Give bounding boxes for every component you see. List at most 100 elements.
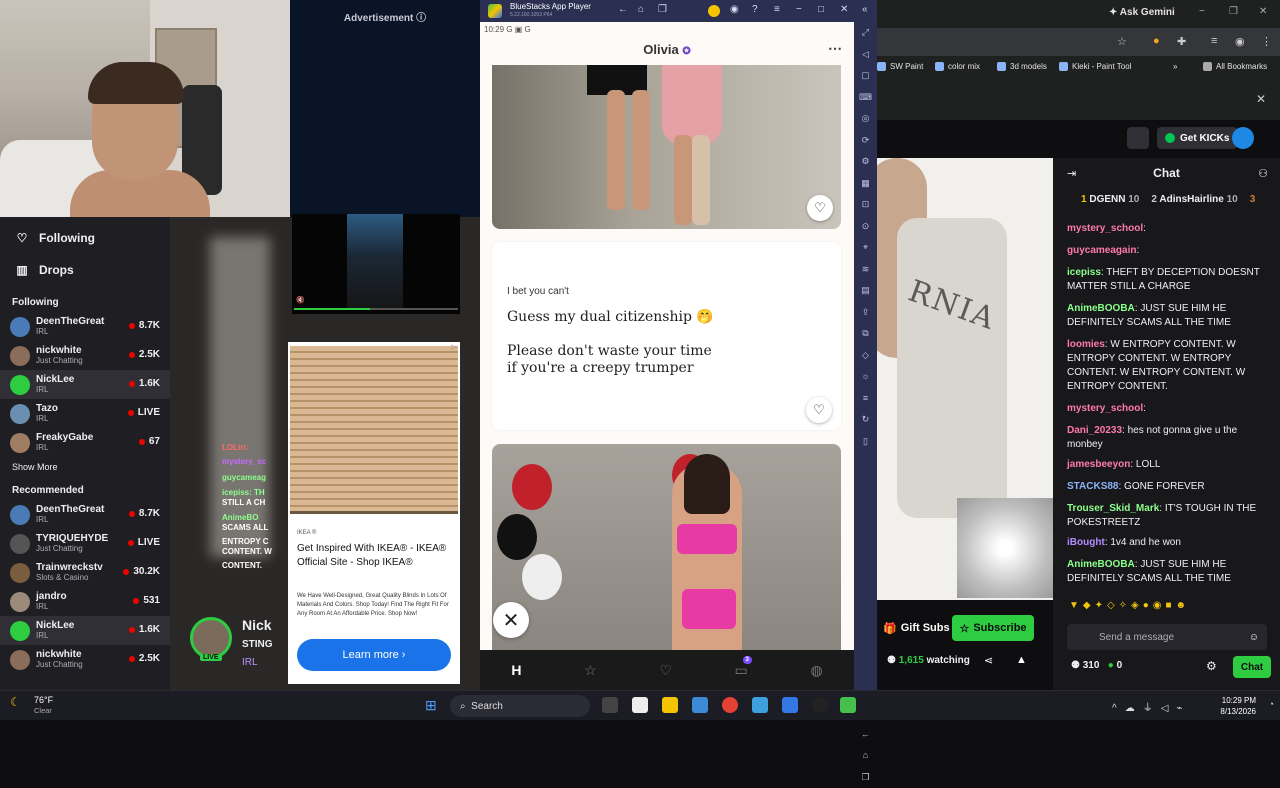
channel-item[interactable]: DeenTheGreatIRL8.7K — [0, 312, 170, 341]
gift-subs-button[interactable]: 🎁 Gift Subs — [877, 616, 956, 640]
clock[interactable]: 10:29 PM8/13/2026 — [1220, 695, 1256, 717]
system-tray[interactable]: ^☁⏚◁⌁ — [1112, 699, 1190, 714]
back-icon[interactable]: ← — [854, 724, 877, 746]
chat-username[interactable]: Dani_20233 — [1067, 425, 1122, 436]
share-icon[interactable]: ⋖ — [984, 654, 993, 667]
chat-username[interactable]: mystery_school — [1067, 403, 1143, 414]
tab-messages-icon[interactable]: ▭3 — [735, 662, 748, 679]
ikea-ad[interactable]: ▷ IKEA ® Get Inspired With IKEA® - IKEA®… — [288, 342, 460, 684]
tab-standouts-icon[interactable]: ☆ — [584, 662, 597, 679]
app-icon[interactable] — [782, 697, 798, 713]
eraser-icon[interactable]: ◇ — [854, 345, 877, 367]
account-icon[interactable]: ◉ — [730, 4, 739, 15]
chat-username[interactable]: STACKS88 — [1067, 481, 1119, 492]
close-icon[interactable]: ✕ — [1259, 6, 1267, 17]
help-icon[interactable]: ? — [752, 4, 758, 15]
media-icon[interactable]: ▤ — [854, 280, 877, 302]
back-icon[interactable]: ← — [618, 4, 628, 15]
tab-likes-icon[interactable]: ♡ — [659, 662, 672, 679]
ask-gemini-button[interactable]: ✦ Ask Gemini — [1109, 7, 1175, 18]
more-options-icon[interactable]: ⋯ — [828, 40, 842, 57]
report-icon[interactable]: ▲ — [1016, 654, 1027, 666]
chat-username[interactable]: loomies — [1067, 339, 1105, 350]
copy-icon[interactable]: ⧉ — [854, 323, 877, 345]
skip-button[interactable]: ✕ — [493, 602, 529, 638]
obs-icon[interactable] — [812, 697, 828, 713]
stream-category[interactable]: IRL — [242, 657, 258, 668]
nav-drops[interactable]: ▥Drops — [0, 254, 170, 286]
tv-icon[interactable]: ▢ — [854, 65, 877, 87]
channel-item[interactable]: TYRIQUEHYDEJust ChattingLIVE — [0, 529, 170, 558]
minimize-icon[interactable]: − — [1199, 6, 1205, 17]
emote-picker-icon[interactable]: ☺ — [1249, 632, 1259, 643]
chat-username[interactable]: AnimeBOOBA — [1067, 559, 1135, 570]
chat-settings-icon[interactable]: ⚙ — [1206, 659, 1217, 673]
channel-item[interactable]: nickwhiteJust Chatting2.5K — [0, 341, 170, 370]
home-icon[interactable]: ⌂ — [854, 745, 877, 767]
like-prompt-button[interactable]: ♡ — [806, 397, 832, 423]
user-avatar[interactable] — [1232, 127, 1254, 149]
start-icon[interactable]: ⊞ — [425, 697, 437, 714]
maximize-icon[interactable]: □ — [818, 4, 824, 15]
sidebar-toggle-icon[interactable]: ▯ — [854, 431, 877, 453]
chat-users-icon[interactable]: ⚇ — [1258, 167, 1268, 180]
chat-leaderboard[interactable]: 1 DGENN 10 2 AdinsHairline 10 3 — [1053, 194, 1280, 211]
fullscreen-icon[interactable]: ⤢ — [854, 22, 877, 44]
bookmark[interactable]: Kleki - Paint Tool — [1059, 62, 1131, 71]
performance-icon[interactable]: ▦ — [854, 173, 877, 195]
channel-item[interactable]: NickLeeIRL1.6K — [0, 370, 170, 399]
volume-icon[interactable]: ◁ — [854, 44, 877, 66]
main-stream-video[interactable]: RNIA — [877, 158, 1053, 600]
close-icon[interactable]: ✕ — [840, 4, 848, 15]
channel-item[interactable]: TrainwreckstvSlots & Casino30.2K — [0, 558, 170, 587]
location-icon[interactable]: ⌖ — [854, 237, 877, 259]
get-kicks-button[interactable]: Get KICKs — [1157, 127, 1237, 149]
collapse-icon[interactable]: « — [862, 4, 868, 15]
taskview-icon[interactable] — [602, 697, 618, 713]
tabs-icon[interactable]: ❐ — [658, 4, 667, 15]
chat-username[interactable]: AnimeBOOBA — [1067, 303, 1135, 314]
channel-item[interactable]: jandroIRL531 — [0, 587, 170, 616]
tab-discover-icon[interactable]: H — [511, 662, 521, 678]
chat-username[interactable]: guycameagain — [1067, 245, 1136, 256]
macro-icon[interactable]: ⚙ — [854, 151, 877, 173]
tab-profile-icon[interactable]: ◍ — [810, 662, 822, 679]
chat-username[interactable]: jamesbeeyon — [1067, 459, 1130, 470]
tabsearch-icon[interactable]: ≡ — [1211, 35, 1217, 47]
notepad-icon[interactable] — [632, 697, 648, 713]
channel-item[interactable]: TazoIRLLIVE — [0, 399, 170, 428]
learn-more-button[interactable]: Learn more › — [297, 639, 451, 671]
all-bookmarks[interactable]: All Bookmarks — [1203, 62, 1267, 71]
mute-icon[interactable]: 🔇 — [296, 296, 305, 304]
home-icon[interactable]: ⌂ — [638, 4, 644, 15]
calculator-icon[interactable] — [752, 697, 768, 713]
chat-input[interactable]: Send a message☺ — [1067, 624, 1267, 650]
shake-icon[interactable]: ≋ — [854, 259, 877, 281]
bookmark[interactable]: SW Paint — [877, 62, 923, 71]
gamepad-icon[interactable]: ◎ — [854, 108, 877, 130]
channel-item[interactable]: NickLeeIRL1.6K — [0, 616, 170, 645]
emote-bar[interactable]: ▼◆✦◇✧◈●◉■☻ — [1069, 600, 1190, 611]
streamer-avatar[interactable] — [190, 617, 232, 659]
sync-icon[interactable]: ↻ — [854, 409, 877, 431]
chat-send-button[interactable]: Chat — [1233, 656, 1271, 678]
chat-username[interactable]: mystery_school — [1067, 223, 1143, 234]
nav-following[interactable]: ♡Following — [0, 222, 170, 254]
app-icon[interactable] — [692, 697, 708, 713]
close-banner-icon[interactable]: ✕ — [1256, 92, 1266, 106]
streamer-name[interactable]: Nick — [242, 617, 272, 633]
chrome-icon[interactable] — [722, 697, 738, 713]
chat-username[interactable]: Trouser_Skid_Mark — [1067, 503, 1159, 514]
video-player[interactable]: 🔇 — [292, 214, 460, 314]
restore-icon[interactable]: ❐ — [1229, 6, 1238, 17]
ad-headline[interactable]: Get Inspired With IKEA® - IKEA® Official… — [297, 542, 455, 570]
minimize-icon[interactable]: − — [796, 4, 802, 15]
channel-points[interactable]: ⚉ 310 ● 0 — [1071, 660, 1122, 671]
install-apk-icon[interactable]: ⇪ — [854, 302, 877, 324]
layers-icon[interactable]: ≡ — [854, 388, 877, 410]
bookmarks-more-icon[interactable]: » — [1173, 62, 1177, 71]
explorer-icon[interactable] — [662, 697, 678, 713]
chat-username[interactable]: iBought — [1067, 537, 1105, 548]
weather-widget[interactable]: ☾76°FClear — [10, 695, 53, 716]
coin-icon[interactable] — [708, 5, 720, 17]
